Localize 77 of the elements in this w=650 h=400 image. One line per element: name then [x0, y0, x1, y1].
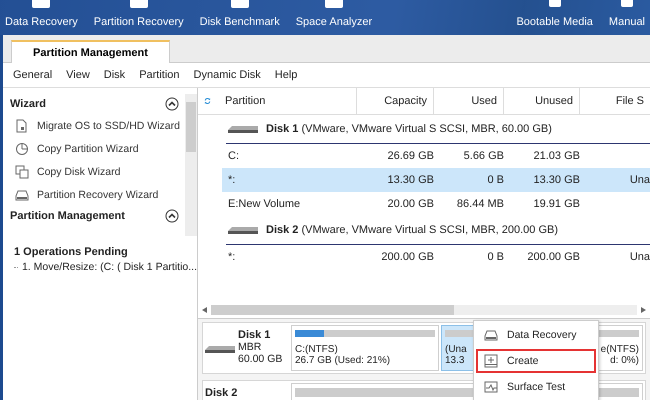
toolbar-button[interactable]: Partition Recovery [88, 0, 189, 35]
drive-icon [15, 188, 29, 202]
table-cell-text: 13.30 GB [532, 174, 581, 186]
toolbar-button[interactable]: Space Analyzer [290, 0, 378, 35]
partition-size: 13.3 [445, 355, 464, 366]
partition-label: C:(NTFS) [295, 344, 338, 355]
menu-item[interactable]: Surface Test [476, 375, 596, 399]
collapse-icon[interactable] [165, 209, 179, 223]
section-title: Wizard [10, 98, 46, 110]
menu-item[interactable]: Create [476, 349, 596, 373]
collapse-icon[interactable] [165, 97, 179, 111]
disk-title: Disk 1 (VMware, VMware Virtual S SCSI, MBR, 60.00 GB) [266, 123, 552, 135]
table-cell-text: 21.03 GB [532, 150, 581, 162]
column-header[interactable]: Capacity [357, 88, 434, 114]
tab[interactable]: Partition Management [11, 40, 170, 63]
menu-item[interactable]: Data Recovery [476, 323, 596, 347]
table-cell-text: 0 B [486, 174, 505, 186]
table-cell-text: 20.00 GB [386, 198, 435, 210]
table-cell-text: E:New Volume [227, 198, 302, 210]
menu-item[interactable]: View [59, 69, 97, 81]
table-cell-text: Una [628, 174, 650, 186]
menu-item[interactable]: Disk [96, 69, 132, 81]
partition-label: e(NTFS) [600, 344, 639, 355]
graph-icon [484, 381, 498, 393]
partition-size: d: 0%) [610, 355, 639, 366]
disk-type: MBR [238, 341, 262, 353]
operation-item[interactable]: 1. Move/Resize: (C: ( Disk 1 Partitio... [22, 261, 197, 273]
scrollbar[interactable] [185, 94, 197, 236]
wizard-item[interactable]: Copy Disk Wizard [10, 160, 120, 183]
drive-icon [484, 329, 498, 341]
toolbar-button[interactable]: Manual [604, 0, 650, 35]
partition-row[interactable]: C: 26.69 GB 5.66 GB 21.03 GB [222, 144, 650, 168]
column-header[interactable]: Partition [219, 88, 357, 114]
scroll-right-icon[interactable] [641, 307, 646, 313]
table-cell-text: 19.91 GB [532, 198, 581, 210]
table-cell-text: *: [227, 174, 236, 186]
partition-row[interactable]: *: 200.00 GB 0 B 200.00 GB Una [222, 245, 650, 269]
disk-name: Disk 2 [205, 387, 238, 399]
wizard-item[interactable]: Copy Partition Wizard [10, 137, 139, 160]
partition-label: (Una [445, 344, 467, 355]
menu-item[interactable]: Partition [132, 69, 187, 81]
table-cell-text: 26.69 GB [386, 150, 435, 162]
table-cell-text: 0 B [486, 251, 505, 263]
table-cell-text: 200.00 GB [380, 251, 435, 263]
partition-block[interactable]: C:(NTFS) 26.7 GB (Used: 21%) [291, 325, 439, 371]
menu-item[interactable]: Help [268, 69, 304, 81]
partition-row[interactable]: E:New Volume 20.00 GB 86.44 MB 19.91 GB [222, 192, 650, 216]
table-cell-text: Una [628, 251, 650, 263]
table-cell-text: *: [227, 251, 236, 263]
disk-name: Disk 1 [238, 329, 272, 341]
table-cell-text: 13.30 GB [386, 174, 435, 186]
toolbar-button[interactable]: Bootable Media [511, 0, 598, 35]
section-title: Partition Management [10, 210, 125, 222]
toolbar-button[interactable]: Disk Benchmark [194, 0, 285, 35]
partition-size: 26.7 GB (Used: 21%) [295, 355, 390, 366]
column-header[interactable]: Unused [504, 88, 580, 114]
table-cell-text: 5.66 GB [462, 150, 505, 162]
menu-item[interactable]: General [6, 69, 60, 81]
table-cell-text: C: [227, 150, 240, 162]
table-cell-text: 200.00 GB [526, 251, 581, 263]
disk-icon [205, 344, 235, 354]
section-title: 1 Operations Pending [14, 246, 129, 258]
copy-icon [15, 164, 29, 178]
pie-icon [15, 142, 29, 156]
wizard-item[interactable]: Migrate OS to SSD/HD Wizard [10, 114, 180, 137]
disk-size: 60.00 GB [238, 353, 282, 365]
column-header[interactable]: Used [434, 88, 504, 114]
add-icon [484, 354, 498, 368]
toolbar-button[interactable]: Data Recovery [0, 0, 83, 35]
menu-item[interactable]: Dynamic Disk [186, 69, 268, 81]
partition-row[interactable]: *: 13.30 GB 0 B 13.30 GB Una [222, 168, 650, 192]
disk-title: Disk 2 (VMware, VMware Virtual S SCSI, MBR, 200.00 GB) [266, 224, 558, 236]
column-header[interactable]: File S [580, 88, 650, 114]
scroll-left-icon[interactable] [202, 307, 207, 313]
document-icon [15, 118, 29, 132]
table-cell-text: 86.44 MB [456, 198, 505, 210]
wizard-item[interactable]: Partition Recovery Wizard [10, 183, 158, 206]
